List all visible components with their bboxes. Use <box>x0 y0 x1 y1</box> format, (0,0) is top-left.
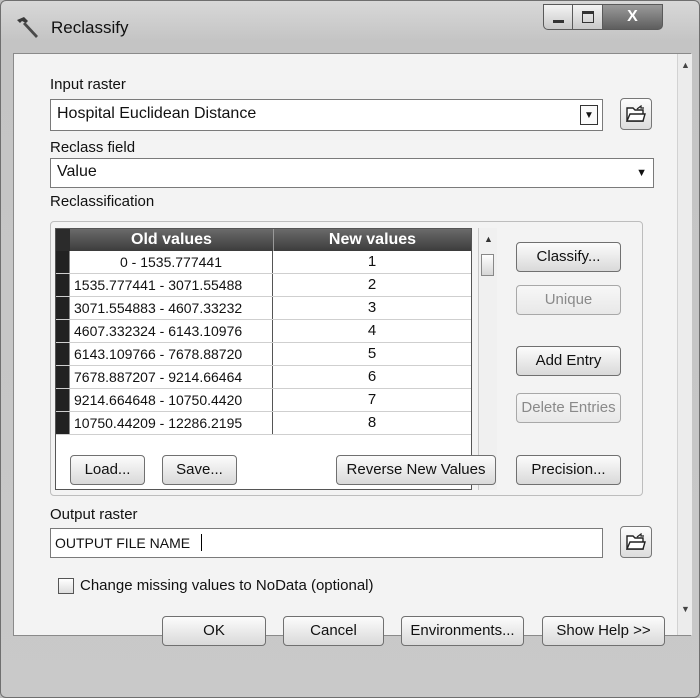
ok-button[interactable]: OK <box>162 616 266 646</box>
new-value-cell[interactable]: 5 <box>273 343 471 365</box>
row-selector[interactable] <box>56 251 70 273</box>
add-entry-button[interactable]: Add Entry <box>516 346 621 376</box>
window-title: Reclassify <box>51 18 129 37</box>
dialog-scrollbar[interactable]: ▲ ▼ <box>677 54 692 635</box>
new-value-cell[interactable]: 4 <box>273 320 471 342</box>
input-raster-label: Input raster <box>50 76 126 93</box>
reclass-field-value: Value <box>57 163 97 180</box>
old-value-cell[interactable]: 0 - 1535.777441 <box>70 251 273 273</box>
folder-open-icon <box>626 533 646 550</box>
table-row[interactable]: 9214.664648 - 10750.4420 7 <box>56 389 471 412</box>
header-row-selector <box>56 229 70 251</box>
minimize-button[interactable] <box>543 4 573 30</box>
environments-button[interactable]: Environments... <box>401 616 524 646</box>
table-row[interactable]: 7678.887207 - 9214.66464 6 <box>56 366 471 389</box>
reverse-new-values-button[interactable]: Reverse New Values <box>336 455 496 485</box>
show-help-button[interactable]: Show Help >> <box>542 616 665 646</box>
reclassify-window: Reclassify X Input raster Hospital Eucli… <box>0 0 700 698</box>
old-value-cell[interactable]: 10750.44209 - 12286.2195 <box>70 412 273 434</box>
dialog-body: Input raster Hospital Euclidean Distance… <box>13 53 692 636</box>
new-value-cell[interactable]: 7 <box>273 389 471 411</box>
new-value-cell[interactable]: 2 <box>273 274 471 296</box>
chevron-down-icon[interactable]: ▼ <box>636 167 647 179</box>
close-button[interactable]: X <box>603 4 663 30</box>
row-selector[interactable] <box>56 389 70 411</box>
table-row[interactable]: 10750.44209 - 12286.2195 8 <box>56 412 471 435</box>
dialog-button-bar: OK Cancel Environments... Show Help >> <box>1 616 699 697</box>
old-value-cell[interactable]: 9214.664648 - 10750.4420 <box>70 389 273 411</box>
column-old-values[interactable]: Old values <box>70 229 274 251</box>
input-raster-browse-button[interactable] <box>620 98 652 130</box>
scroll-thumb[interactable] <box>481 254 494 276</box>
new-value-cell[interactable]: 1 <box>273 251 471 273</box>
table-row[interactable]: 6143.109766 - 7678.88720 5 <box>56 343 471 366</box>
output-raster-input[interactable]: OUTPUT FILE NAME <box>50 528 603 558</box>
missing-values-checkbox[interactable] <box>58 578 74 594</box>
output-raster-value: OUTPUT FILE NAME <box>55 535 191 551</box>
missing-values-label[interactable]: Change missing values to NoData (optiona… <box>80 577 374 594</box>
chevron-down-icon[interactable]: ▼ <box>580 105 598 125</box>
reclass-field-select[interactable]: Value ▼ <box>50 158 654 188</box>
reclass-field-label: Reclass field <box>50 139 136 156</box>
table-row[interactable]: 0 - 1535.777441 1 <box>56 251 471 274</box>
new-value-cell[interactable]: 6 <box>273 366 471 388</box>
cancel-button[interactable]: Cancel <box>283 616 384 646</box>
unique-button[interactable]: Unique <box>516 285 621 315</box>
old-value-cell[interactable]: 4607.332324 - 6143.10976 <box>70 320 273 342</box>
table-row[interactable]: 3071.554883 - 4607.33232 3 <box>56 297 471 320</box>
table-scrollbar[interactable]: ▲ ▼ <box>478 228 497 490</box>
classify-button[interactable]: Classify... <box>516 242 621 272</box>
old-value-cell[interactable]: 7678.887207 - 9214.66464 <box>70 366 273 388</box>
text-caret <box>201 534 202 551</box>
scroll-up-icon[interactable]: ▲ <box>681 60 690 70</box>
reclassification-table[interactable]: Old values New values 0 - 1535.777441 1 … <box>55 228 472 490</box>
column-new-values[interactable]: New values <box>274 229 471 251</box>
table-row[interactable]: 4607.332324 - 6143.10976 4 <box>56 320 471 343</box>
input-raster-select[interactable]: Hospital Euclidean Distance ▼ <box>50 99 603 131</box>
folder-open-icon <box>626 105 646 122</box>
table-row[interactable]: 1535.777441 - 3071.55488 2 <box>56 274 471 297</box>
old-value-cell[interactable]: 6143.109766 - 7678.88720 <box>70 343 273 365</box>
precision-button[interactable]: Precision... <box>516 455 621 485</box>
reclassification-label: Reclassification <box>50 193 155 210</box>
old-value-cell[interactable]: 3071.554883 - 4607.33232 <box>70 297 273 319</box>
input-raster-value: Hospital Euclidean Distance <box>57 105 257 122</box>
minimize-icon <box>552 20 564 23</box>
row-selector[interactable] <box>56 297 70 319</box>
row-selector[interactable] <box>56 274 70 296</box>
scroll-up-icon[interactable]: ▲ <box>484 234 493 244</box>
output-raster-label: Output raster <box>50 506 138 523</box>
new-value-cell[interactable]: 8 <box>273 412 471 434</box>
save-button[interactable]: Save... <box>162 455 237 485</box>
load-button[interactable]: Load... <box>70 455 145 485</box>
table-header: Old values New values <box>56 229 471 251</box>
new-value-cell[interactable]: 3 <box>273 297 471 319</box>
maximize-button[interactable] <box>573 4 603 30</box>
close-icon: X <box>627 8 638 25</box>
row-selector[interactable] <box>56 343 70 365</box>
delete-entries-button[interactable]: Delete Entries <box>516 393 621 423</box>
row-selector[interactable] <box>56 412 70 434</box>
hammer-icon <box>15 15 41 39</box>
row-selector[interactable] <box>56 366 70 388</box>
old-value-cell[interactable]: 1535.777441 - 3071.55488 <box>70 274 273 296</box>
title-bar[interactable]: Reclassify X <box>1 1 699 53</box>
window-controls: X <box>543 4 663 32</box>
maximize-icon <box>581 11 594 23</box>
row-selector[interactable] <box>56 320 70 342</box>
output-raster-browse-button[interactable] <box>620 526 652 558</box>
scroll-down-icon[interactable]: ▼ <box>681 604 690 614</box>
